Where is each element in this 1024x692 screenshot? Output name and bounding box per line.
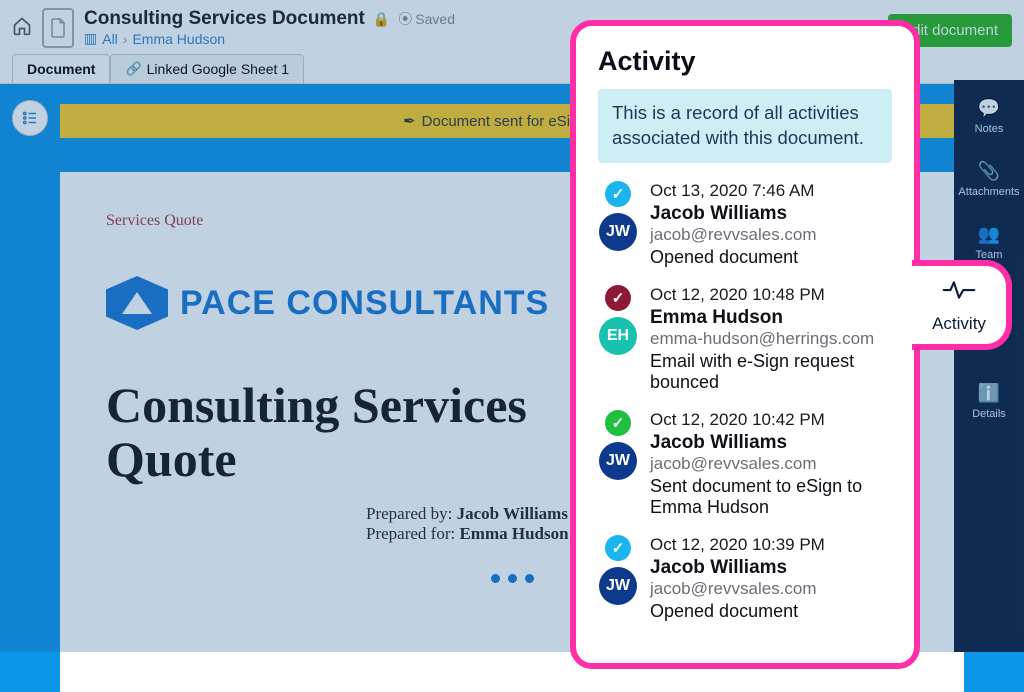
- rail-details-label: Details: [972, 408, 1006, 420]
- rail-team[interactable]: 👥 Team: [976, 224, 1003, 261]
- breadcrumb-separator: ›: [123, 31, 128, 47]
- breadcrumb[interactable]: ▥ All › Emma Hudson: [84, 30, 455, 47]
- activity-time: Oct 12, 2020 10:39 PM: [650, 535, 892, 555]
- tab-document-label: Document: [27, 61, 95, 77]
- rail-attachments-label: Attachments: [958, 186, 1019, 198]
- rail-activity-callout[interactable]: Activity: [912, 260, 1012, 350]
- avatar: EH: [599, 317, 637, 355]
- activity-description: Email with e-Sign request bounced: [650, 351, 892, 394]
- status-icon: [605, 285, 631, 311]
- saved-indicator: ⦿ Saved: [398, 9, 455, 29]
- prepared-for-name: Emma Hudson: [459, 524, 568, 543]
- details-icon: ℹ️: [978, 383, 1000, 404]
- outline-button[interactable]: [12, 100, 48, 136]
- rail-notes[interactable]: 💬 Notes: [975, 98, 1004, 135]
- avatar: JW: [599, 567, 637, 605]
- brand-name: PACE CONSULTANTS: [180, 284, 549, 323]
- activity-list: JWOct 13, 2020 7:46 AMJacob Williamsjaco…: [598, 181, 892, 639]
- folder-icon: ▥: [84, 30, 97, 47]
- home-icon[interactable]: [12, 16, 32, 41]
- right-rail: 💬 Notes 📎 Attachments 👥 Team ℹ️ Details: [954, 80, 1024, 652]
- activity-item[interactable]: EH Oct 12, 2020 10:48 PMEmma Hudsonemma-h…: [598, 285, 892, 410]
- activity-time: Oct 12, 2020 10:42 PM: [650, 410, 892, 430]
- rail-notes-label: Notes: [975, 123, 1004, 135]
- status-icon: [605, 410, 631, 436]
- prepared-by-name: Jacob Williams: [457, 504, 568, 523]
- doc-kicker: Services Quote: [106, 212, 203, 232]
- tab-linked-sheet[interactable]: 🔗 Linked Google Sheet 1: [110, 54, 304, 83]
- tab-document[interactable]: Document: [12, 54, 110, 83]
- brand-logo: [106, 276, 168, 330]
- attachment-icon: 📎: [978, 161, 1000, 182]
- breadcrumb-person[interactable]: Emma Hudson: [132, 31, 225, 47]
- activity-user-name: Emma Hudson: [650, 307, 892, 329]
- signature-icon: ✒︎: [403, 112, 416, 130]
- activity-time: Oct 13, 2020 7:46 AM: [650, 181, 892, 201]
- saved-label: Saved: [415, 11, 455, 27]
- activity-item[interactable]: JW Oct 12, 2020 10:42 PMJacob Williamsjac…: [598, 410, 892, 535]
- activity-info: This is a record of all activities assoc…: [598, 89, 892, 163]
- rail-attachments[interactable]: 📎 Attachments: [958, 161, 1019, 198]
- document-title: Consulting Services Document: [84, 8, 365, 30]
- notes-icon: 💬: [978, 98, 1000, 119]
- rail-details[interactable]: ℹ️ Details: [972, 383, 1006, 420]
- activity-user-email: jacob@revvsales.com: [650, 225, 892, 245]
- activity-title: Activity: [598, 46, 892, 77]
- activity-user-name: Jacob Williams: [650, 203, 892, 225]
- activity-user-name: Jacob Williams: [650, 432, 892, 454]
- activity-item[interactable]: JW Oct 12, 2020 10:39 PMJacob Williamsjac…: [598, 535, 892, 639]
- breadcrumb-root[interactable]: All: [102, 31, 118, 47]
- activity-user-email: jacob@revvsales.com: [650, 579, 892, 599]
- activity-user-name: Jacob Williams: [650, 557, 892, 579]
- avatar: JW: [599, 442, 637, 480]
- checkmark-icon: ⦿: [398, 9, 412, 29]
- prepared-by-label: Prepared by:: [366, 504, 452, 523]
- status-icon: [605, 535, 631, 561]
- avatar: JW: [599, 213, 637, 251]
- activity-time: Oct 12, 2020 10:48 PM: [650, 285, 892, 305]
- activity-user-email: emma-hudson@herrings.com: [650, 329, 892, 349]
- activity-panel: Activity This is a record of all activit…: [570, 20, 920, 669]
- rail-activity-label: Activity: [932, 314, 986, 334]
- status-icon: [605, 181, 631, 207]
- tab-linked-label: Linked Google Sheet 1: [147, 61, 289, 77]
- activity-icon: [942, 277, 976, 310]
- lock-icon: 🔒: [373, 11, 390, 28]
- activity-description: Opened document: [650, 247, 892, 269]
- prepared-for-label: Prepared for:: [366, 524, 455, 543]
- activity-user-email: jacob@revvsales.com: [650, 454, 892, 474]
- activity-item[interactable]: JW Oct 13, 2020 7:46 AMJacob Williamsjaco…: [598, 181, 892, 285]
- activity-description: Sent document to eSign to Emma Hudson: [650, 476, 892, 519]
- activity-description: Opened document: [650, 601, 892, 623]
- document-type-icon: [42, 8, 74, 48]
- link-icon: 🔗: [125, 61, 141, 77]
- team-icon: 👥: [978, 224, 1000, 245]
